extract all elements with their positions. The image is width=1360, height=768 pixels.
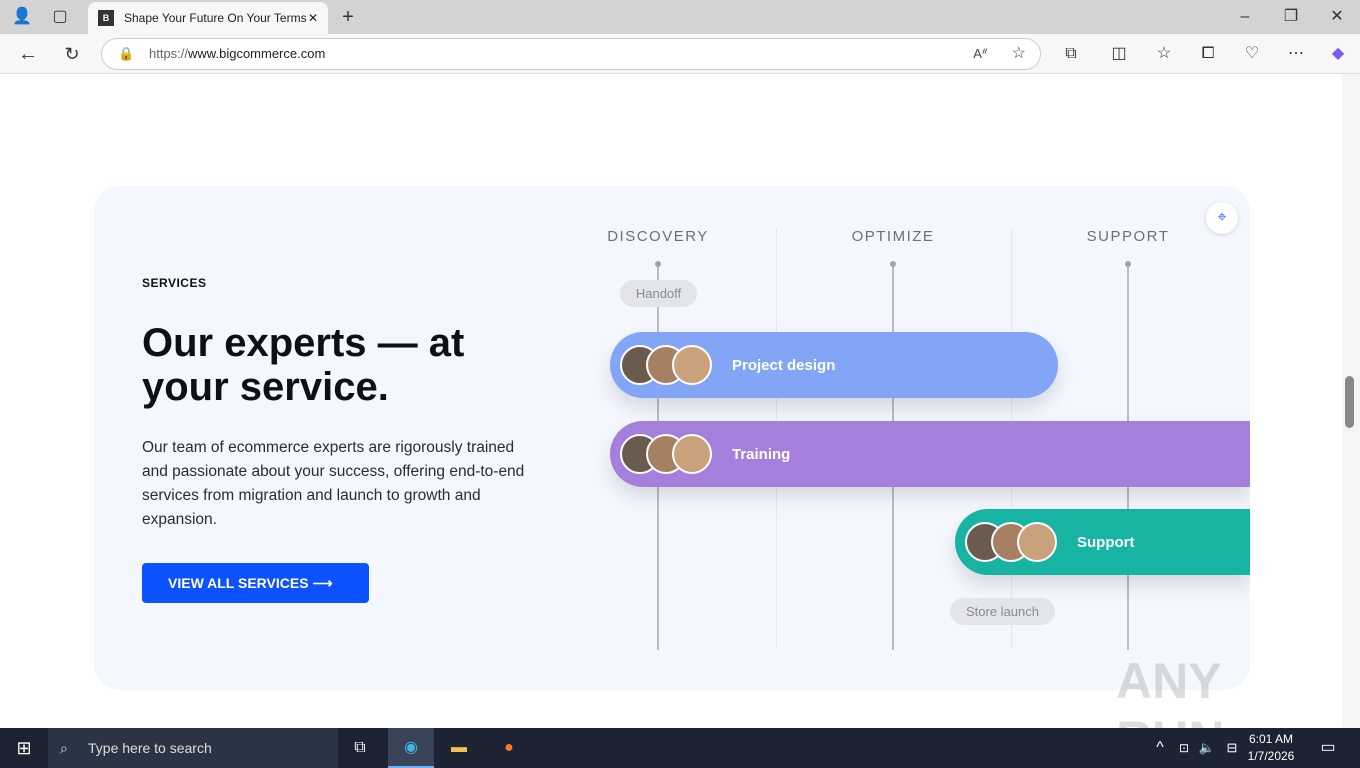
- more-icon[interactable]: ⋯: [1284, 42, 1308, 66]
- clock[interactable]: 6:01 AM 1/7/2026: [1246, 731, 1296, 765]
- bar-training: Training: [610, 421, 1250, 487]
- column-discovery: DISCOVERY: [607, 228, 709, 245]
- milestone-store-launch: Store launch: [950, 598, 1055, 625]
- tab-actions-icon[interactable]: ▢: [48, 5, 72, 29]
- file-explorer-icon[interactable]: ▬: [447, 736, 471, 760]
- minimize-icon[interactable]: –: [1233, 5, 1257, 29]
- anyrun-watermark: ANY RUN: [1116, 653, 1224, 728]
- web-page: SERVICES Our experts — at your service. …: [0, 74, 1342, 728]
- arrow-right-icon: ⟶: [312, 575, 333, 591]
- notifications-icon[interactable]: ▭: [1316, 736, 1340, 760]
- clock-date: 1/7/2026: [1247, 749, 1295, 763]
- restore-icon[interactable]: ❐: [1279, 5, 1303, 29]
- avatar: [672, 434, 712, 474]
- meet-icon[interactable]: ⊡: [1172, 736, 1196, 760]
- bar-project-design: Project design: [610, 332, 1058, 398]
- cta-label: VIEW ALL SERVICES: [168, 575, 309, 591]
- profile-icon[interactable]: 👤: [10, 5, 34, 29]
- address-bar[interactable]: 🔒 https://www.bigcommerce.com Aᐥ ☆: [101, 38, 1041, 70]
- browser-essentials-icon[interactable]: ♡: [1240, 42, 1264, 66]
- favorite-star-icon[interactable]: ☆: [1012, 39, 1026, 69]
- back-icon[interactable]: ←: [16, 42, 40, 66]
- split-screen-icon[interactable]: ◫: [1107, 42, 1131, 66]
- close-tab-icon[interactable]: ✕: [308, 11, 318, 25]
- tab-title: Shape Your Future On Your Terms: [124, 11, 307, 25]
- bigcommerce-favicon-icon: B: [98, 10, 114, 26]
- timeline-dot: [890, 261, 896, 267]
- windows-start-icon[interactable]: ⊞: [12, 736, 36, 760]
- column-support: SUPPORT: [1086, 228, 1170, 245]
- milestone-handoff: Handoff: [620, 280, 697, 307]
- bar-label: Project design: [732, 356, 836, 374]
- avatar: [1017, 522, 1057, 562]
- url-host: www.bigcommerce.com: [188, 46, 326, 61]
- timeline-dot: [655, 261, 661, 267]
- refresh-icon[interactable]: ↻: [60, 42, 84, 66]
- clock-time: 6:01 AM: [1248, 732, 1294, 746]
- bar-label: Training: [732, 445, 791, 463]
- services-card: SERVICES Our experts — at your service. …: [94, 186, 1250, 690]
- edge-taskbar-button[interactable]: ◉: [388, 728, 434, 768]
- close-window-icon[interactable]: ✕: [1325, 5, 1349, 29]
- taskbar: ⊞ ⌕ Type here to search ⧉ ◉ ▬ ● ^ ⊡ 🔈 ⊟ …: [0, 728, 1360, 768]
- favorites-icon[interactable]: ☆: [1152, 42, 1176, 66]
- volume-icon[interactable]: 🔈: [1195, 736, 1219, 760]
- taskbar-search[interactable]: ⌕ Type here to search: [48, 728, 338, 768]
- lock-icon: 🔒: [118, 46, 135, 61]
- section-title: Our experts — at your service.: [142, 321, 465, 409]
- bar-support: Support: [955, 509, 1250, 575]
- edge-icon: ◉: [404, 739, 418, 756]
- section-eyebrow: SERVICES: [142, 276, 207, 290]
- read-aloud-icon[interactable]: Aᐥ: [973, 39, 988, 69]
- scrollbar-thumb[interactable]: [1345, 376, 1354, 428]
- network-icon[interactable]: ⊟: [1220, 736, 1244, 760]
- search-icon: ⌕: [60, 740, 68, 756]
- avatar: [672, 345, 712, 385]
- firefox-icon[interactable]: ●: [497, 736, 521, 760]
- tab-strip: 👤 ▢ B Shape Your Future On Your Terms ✕ …: [0, 0, 1360, 34]
- column-optimize: OPTIMIZE: [851, 228, 935, 245]
- search-placeholder: Type here to search: [88, 740, 212, 756]
- extensions-icon[interactable]: ⧉: [1059, 42, 1083, 66]
- tray-chevron-icon[interactable]: ^: [1148, 736, 1172, 760]
- copilot-icon[interactable]: ◆: [1326, 42, 1350, 66]
- browser-tab[interactable]: B Shape Your Future On Your Terms ✕: [88, 2, 328, 34]
- visual-search-icon[interactable]: ⌖: [1206, 202, 1238, 234]
- timeline-dot: [1125, 261, 1131, 267]
- section-body: Our team of ecommerce experts are rigoro…: [142, 439, 525, 528]
- collections-icon[interactable]: ⧠: [1196, 42, 1220, 66]
- url-prefix: https://: [149, 46, 189, 61]
- task-view-icon[interactable]: ⧉: [348, 736, 372, 760]
- bar-label: Support: [1077, 533, 1135, 551]
- new-tab-icon[interactable]: +: [336, 5, 360, 29]
- view-all-services-button[interactable]: VIEW ALL SERVICES ⟶: [142, 563, 369, 603]
